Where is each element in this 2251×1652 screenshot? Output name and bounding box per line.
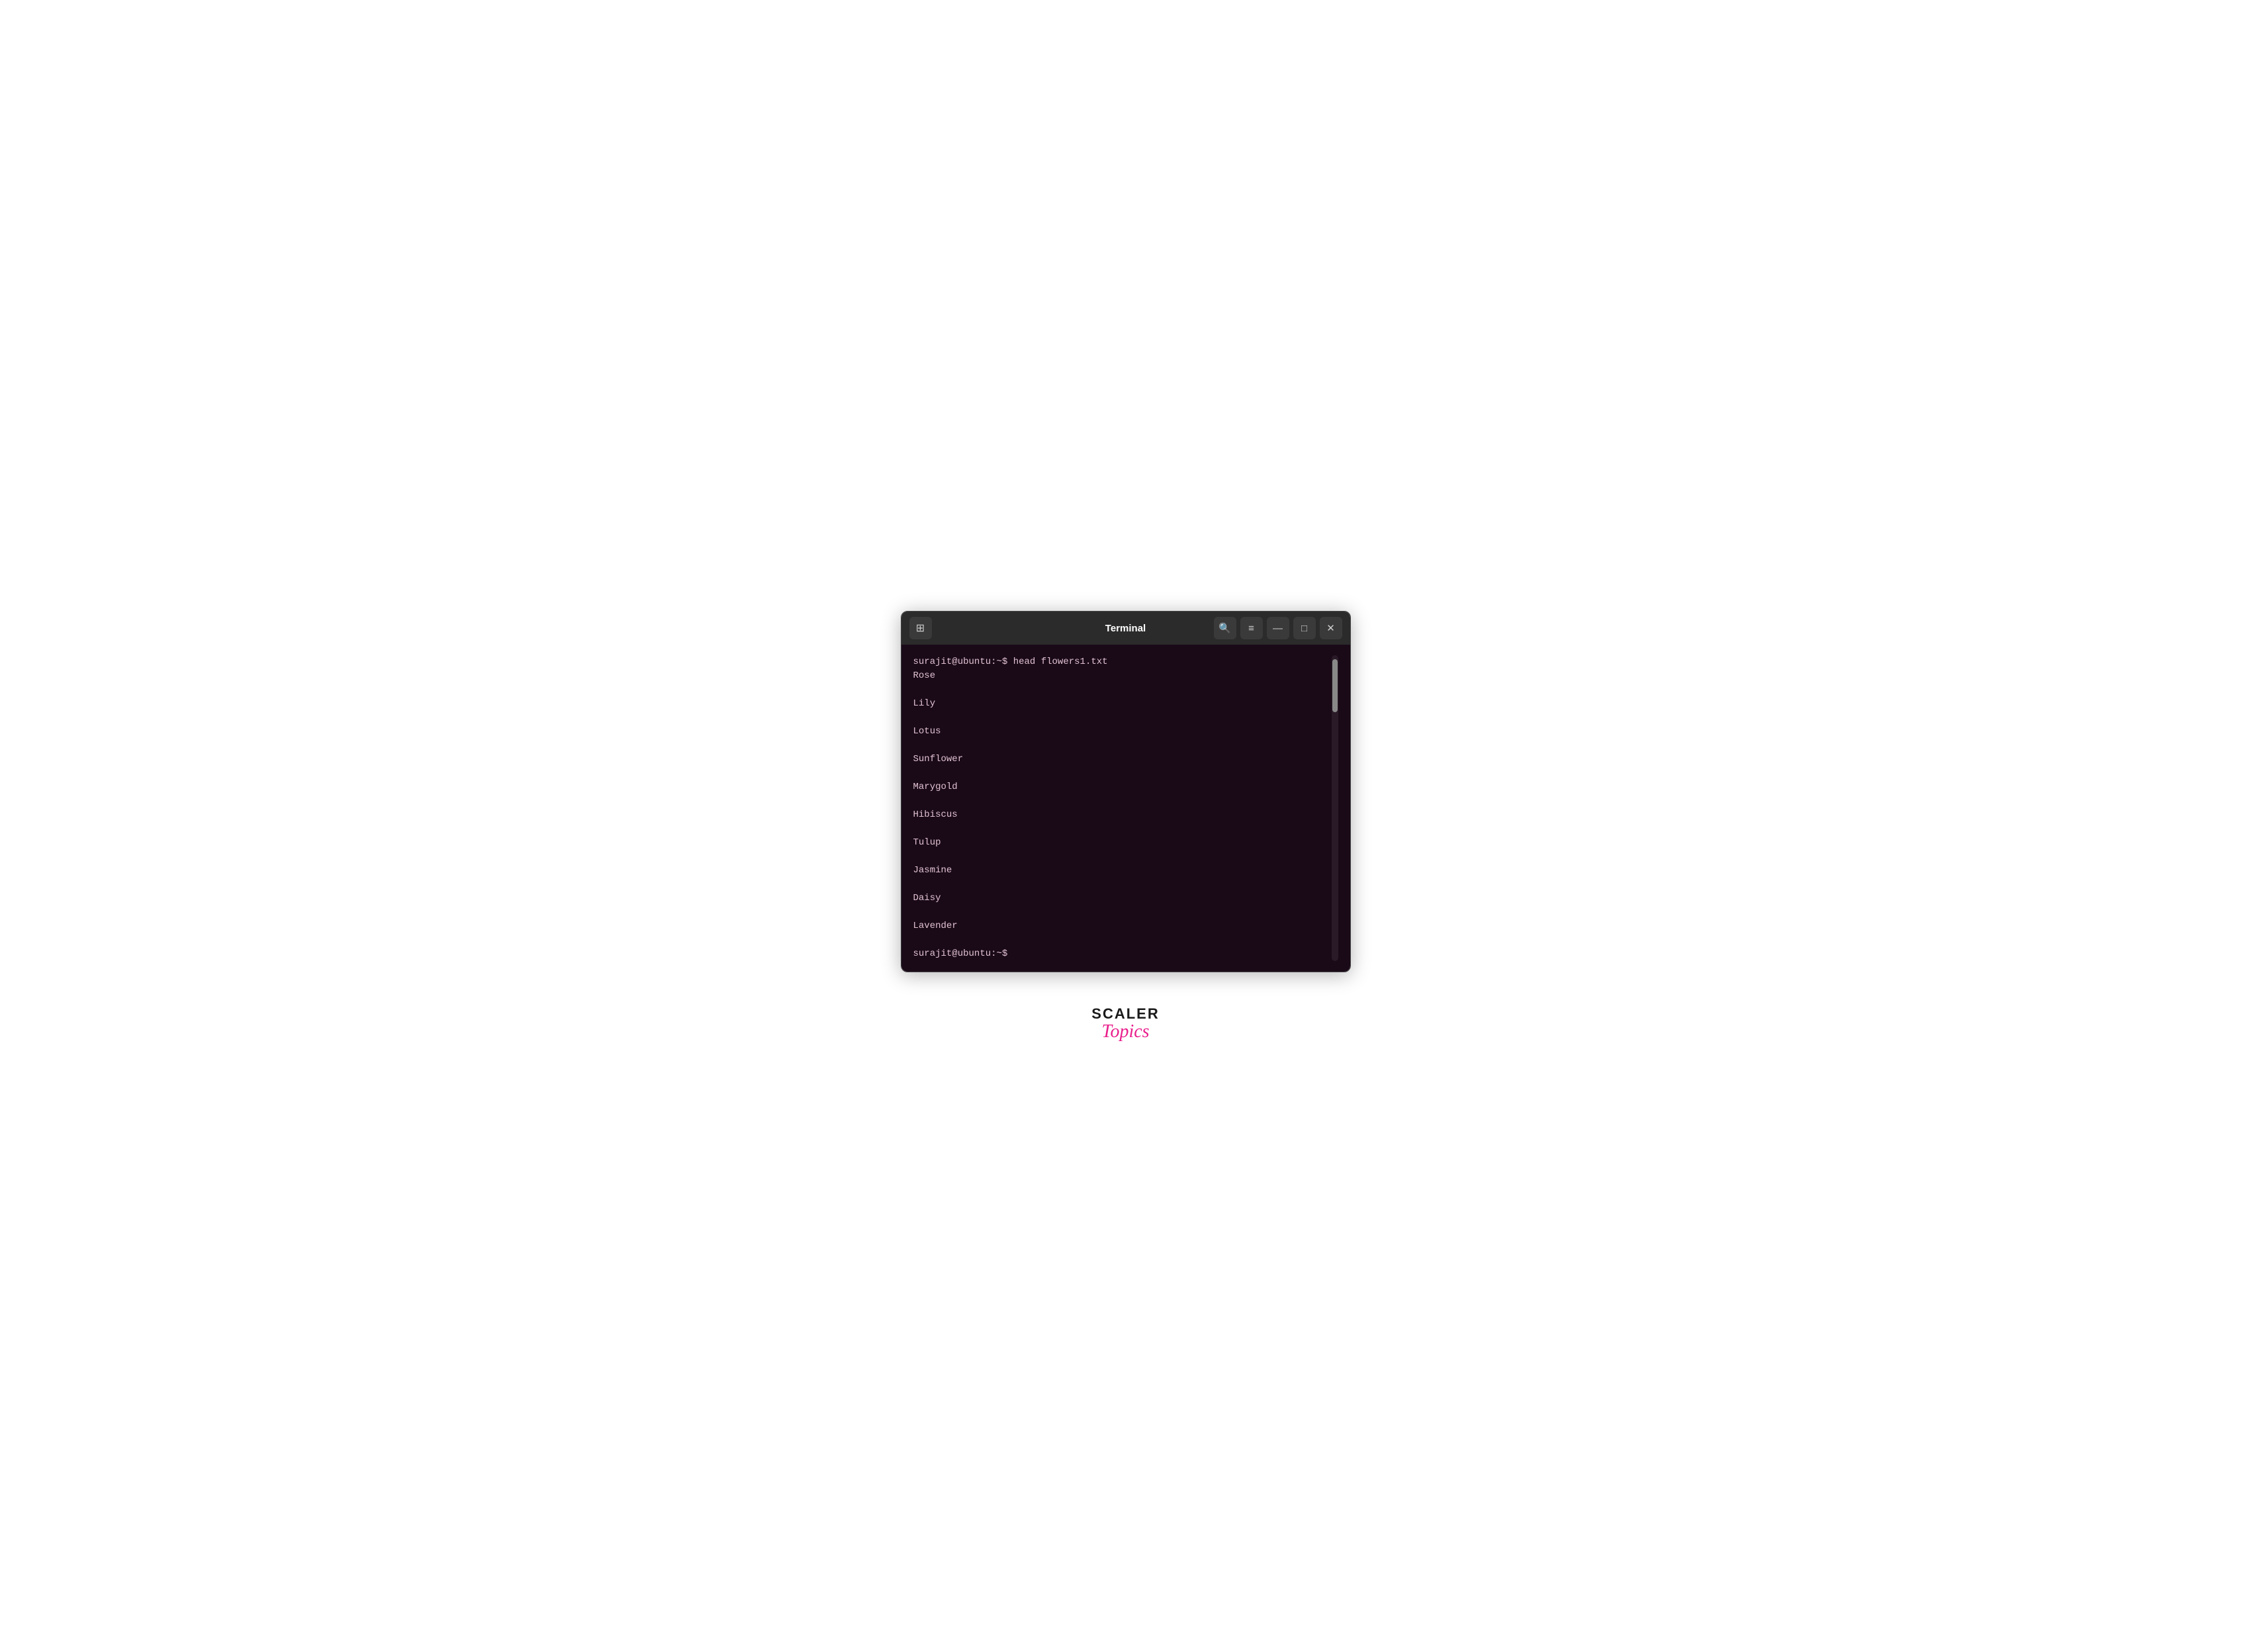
minimize-icon: —	[1273, 623, 1283, 634]
menu-icon: ≡	[1248, 623, 1254, 634]
list-item: Jasmine	[913, 864, 1332, 878]
topics-logo-text: Topics	[1101, 1023, 1149, 1041]
window-title: Terminal	[1105, 623, 1146, 634]
title-bar: ⊞ Terminal 🔍 ≡ — □ ✕	[901, 612, 1350, 645]
list-item: Lavender	[913, 919, 1332, 933]
menu-button[interactable]: ≡	[1240, 617, 1263, 639]
list-item: Rose	[913, 669, 1332, 683]
list-item: Tulup	[913, 836, 1332, 850]
terminal-content: surajit@ubuntu:~$ head flowers1.txt Rose…	[913, 655, 1332, 961]
list-item: Daisy	[913, 892, 1332, 905]
terminal-window: ⊞ Terminal 🔍 ≡ — □ ✕ surajit@ubuntu:~$ h…	[901, 611, 1351, 972]
new-tab-button[interactable]: ⊞	[909, 617, 932, 639]
search-icon: 🔍	[1218, 622, 1231, 634]
maximize-button[interactable]: □	[1293, 617, 1316, 639]
scaler-logo-text: SCALER	[1091, 1005, 1159, 1023]
command-prompt-1: surajit@ubuntu:~$ head flowers1.txt	[913, 657, 1108, 667]
title-bar-right: 🔍 ≡ — □ ✕	[1214, 617, 1342, 639]
maximize-icon: □	[1301, 623, 1307, 634]
title-bar-left: ⊞	[909, 617, 932, 639]
logo-section: SCALER Topics	[1091, 1005, 1159, 1041]
list-item: Sunflower	[913, 753, 1332, 766]
list-item: Marygold	[913, 780, 1332, 794]
search-button[interactable]: 🔍	[1214, 617, 1236, 639]
list-item: Lily	[913, 697, 1332, 711]
list-item: Lotus	[913, 725, 1332, 739]
scrollbar-thumb	[1332, 659, 1338, 712]
terminal-body[interactable]: surajit@ubuntu:~$ head flowers1.txt Rose…	[901, 645, 1350, 972]
close-icon: ✕	[1326, 622, 1335, 634]
output-lines: Rose Lily Lotus Sunflower Marygold Hibiscus Tu…	[913, 669, 1332, 933]
command-prompt-2: surajit@ubuntu:~$	[913, 948, 1008, 959]
minimize-button[interactable]: —	[1267, 617, 1289, 639]
list-item: Hibiscus	[913, 808, 1332, 822]
scrollbar[interactable]	[1332, 655, 1338, 961]
new-tab-icon: ⊞	[916, 621, 925, 635]
close-button[interactable]: ✕	[1320, 617, 1342, 639]
